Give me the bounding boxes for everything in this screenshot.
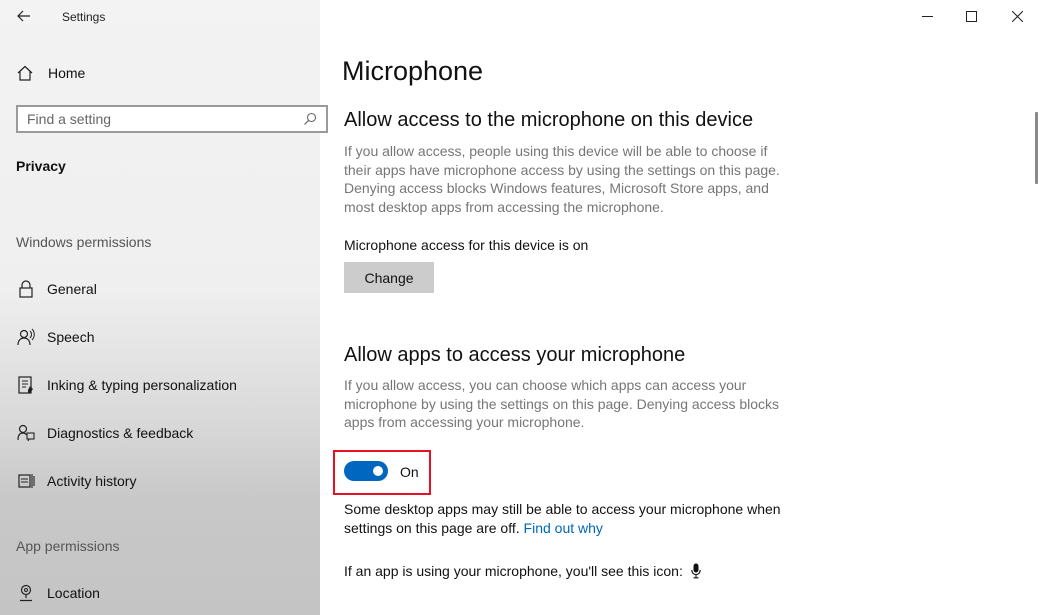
minimize-button[interactable] bbox=[904, 0, 950, 32]
app-title: Settings bbox=[62, 10, 106, 24]
back-arrow-icon bbox=[17, 10, 30, 22]
sidebar-item-activity-history[interactable]: Activity history bbox=[16, 469, 136, 493]
maximize-icon bbox=[965, 10, 977, 22]
toggle-knob bbox=[373, 466, 383, 476]
search-icon[interactable] bbox=[300, 112, 320, 126]
sidebar-item-diagnostics[interactable]: Diagnostics & feedback bbox=[16, 421, 193, 445]
search-box bbox=[16, 105, 328, 133]
sidebar-item-label: General bbox=[47, 281, 97, 297]
device-access-status: Microphone access for this device is on bbox=[344, 237, 589, 253]
toggle-state-label: On bbox=[400, 464, 419, 480]
mic-icon-note: If an app is using your microphone, you'… bbox=[344, 563, 701, 579]
location-icon bbox=[16, 583, 36, 603]
sidebar-item-label: Activity history bbox=[47, 473, 137, 489]
back-button[interactable] bbox=[12, 6, 36, 26]
home-icon bbox=[17, 65, 33, 81]
group-header-windows-permissions: Windows permissions bbox=[16, 234, 152, 250]
sidebar-item-label: Speech bbox=[47, 329, 95, 345]
sidebar-item-label: Inking & typing personalization bbox=[47, 377, 237, 393]
scrollbar-thumb[interactable] bbox=[1035, 112, 1038, 184]
sidebar-item-label: Home bbox=[48, 65, 86, 81]
sidebar-item-speech[interactable]: Speech bbox=[16, 325, 94, 349]
close-button[interactable] bbox=[994, 0, 1040, 32]
close-icon bbox=[1011, 10, 1023, 22]
page-title: Microphone bbox=[342, 56, 484, 86]
speech-icon bbox=[16, 327, 36, 347]
apps-access-toggle[interactable] bbox=[344, 461, 388, 481]
sidebar-item-general[interactable]: General bbox=[16, 277, 97, 301]
minimize-icon bbox=[921, 15, 933, 17]
sidebar: Settings Home Privacy Windows permission… bbox=[0, 0, 328, 615]
apps-access-description: If you allow access, you can choose whic… bbox=[344, 377, 780, 430]
device-access-description: If you allow access, people using this d… bbox=[344, 143, 780, 215]
apps-access-heading: Allow apps to access your microphone bbox=[344, 344, 686, 366]
change-button[interactable]: Change bbox=[344, 262, 434, 293]
sidebar-item-inking-typing[interactable]: Inking & typing personalization bbox=[16, 373, 237, 397]
desktop-apps-note: Some desktop apps may still be able to a… bbox=[344, 500, 794, 537]
sidebar-item-label: Location bbox=[47, 585, 100, 601]
find-out-why-link[interactable]: Find out why bbox=[524, 520, 603, 536]
sidebar-item-location[interactable]: Location bbox=[16, 581, 100, 605]
maximize-button[interactable] bbox=[948, 0, 994, 32]
current-section-title: Privacy bbox=[16, 158, 66, 174]
sidebar-item-home[interactable]: Home bbox=[16, 62, 85, 84]
sidebar-item-label: Diagnostics & feedback bbox=[47, 425, 194, 441]
device-access-heading: Allow access to the microphone on this d… bbox=[344, 109, 754, 131]
activity-history-icon bbox=[16, 471, 36, 491]
lock-icon bbox=[16, 279, 36, 299]
inking-icon bbox=[16, 375, 36, 395]
diagnostics-icon bbox=[16, 423, 36, 443]
search-input[interactable] bbox=[18, 106, 300, 132]
microphone-icon bbox=[691, 563, 701, 579]
mic-icon-note-text: If an app is using your microphone, you'… bbox=[344, 563, 683, 579]
group-header-app-permissions: App permissions bbox=[16, 538, 120, 554]
